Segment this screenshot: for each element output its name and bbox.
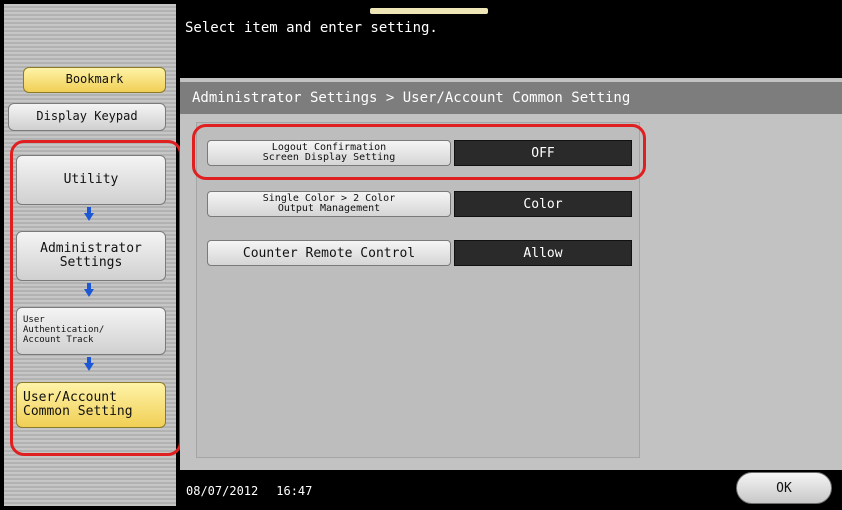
ok-label: OK	[776, 480, 792, 496]
counter-remote-control-label: Counter Remote Control	[242, 245, 416, 261]
display-keypad-button[interactable]: Display Keypad	[8, 103, 166, 131]
bookmark-label: Bookmark	[65, 72, 124, 87]
setting-highlight-outline	[192, 124, 646, 180]
sidebar-highlight-outline	[10, 140, 182, 456]
display-keypad-label: Display Keypad	[36, 109, 138, 124]
ok-button[interactable]: OK	[736, 472, 832, 504]
status-date: 08/07/2012	[186, 484, 259, 498]
bookmark-button[interactable]: Bookmark	[23, 67, 166, 93]
breadcrumb-text: Administrator Settings > User/Account Co…	[192, 90, 631, 106]
status-bar: 08/07/2012 16:47	[180, 472, 730, 510]
single-color-2-color-output-management-value: Color	[454, 191, 632, 217]
counter-remote-control-value-text: Allow	[523, 245, 563, 261]
counter-remote-control-value: Allow	[454, 240, 632, 266]
instruction-message: Select item and enter setting.	[185, 20, 438, 36]
breadcrumb: Administrator Settings > User/Account Co…	[180, 82, 842, 114]
device-screen: Bookmark Display Keypad Utility Administ…	[0, 0, 842, 510]
single-color-2-color-output-management-value-text: Color	[523, 196, 563, 212]
single-color-2-color-output-management-label: Single Color > 2 Color Output Management	[262, 193, 396, 214]
status-time: 16:47	[276, 484, 313, 498]
single-color-2-color-output-management-button[interactable]: Single Color > 2 Color Output Management	[207, 191, 451, 217]
counter-remote-control-button[interactable]: Counter Remote Control	[207, 240, 451, 266]
top-tab-indicator	[370, 8, 488, 14]
